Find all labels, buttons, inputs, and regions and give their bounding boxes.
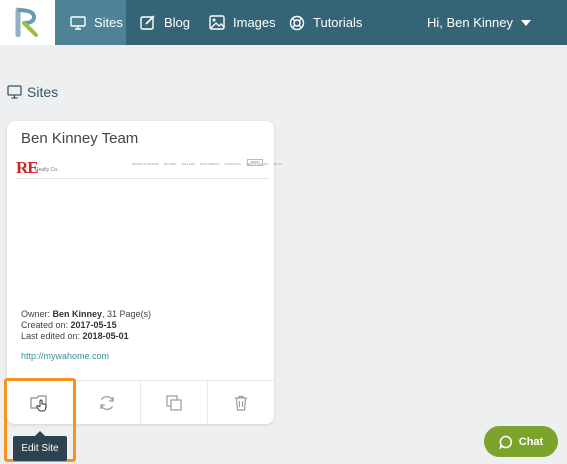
- top-nav-bar: Sites Blog Images Tutorials Hi, Ben Kinn…: [0, 0, 567, 45]
- preview-nav-item: SELLERS: [181, 162, 195, 166]
- owner-name: Ben Kinney: [52, 309, 103, 319]
- nav-tab-tutorials[interactable]: Tutorials: [289, 0, 362, 45]
- monitor-icon: [70, 15, 86, 30]
- nav-tab-label: Sites: [94, 15, 123, 30]
- preview-brand-sub: Realty Co.: [35, 167, 59, 173]
- edited-date: 2018-05-01: [82, 331, 129, 341]
- owner-label: Owner:: [21, 309, 53, 319]
- nav-tab-images[interactable]: Images: [209, 0, 276, 45]
- user-menu-dropdown[interactable]: Hi, Ben Kinney: [427, 0, 531, 45]
- refresh-icon: [100, 395, 114, 410]
- nav-tab-label: Blog: [164, 15, 191, 30]
- site-preview-thumbnail[interactable]: RE Realty Co. SEARCH LISTINGS BUYERS SEL…: [16, 156, 282, 179]
- page-title-text: Sites: [27, 84, 59, 100]
- chat-button[interactable]: Chat: [484, 426, 558, 457]
- chevron-down-icon: [521, 19, 531, 26]
- edit-icon: [140, 15, 155, 30]
- tooltip-label: Edit Site: [21, 443, 59, 454]
- trash-icon: [235, 395, 247, 411]
- preview-nav-item: SEARCH LISTINGS: [132, 162, 160, 166]
- user-greeting: Hi, Ben Kinney: [427, 15, 513, 30]
- preview-menu-button: MENU: [247, 159, 263, 166]
- edited-label: Last edited on:: [21, 331, 83, 341]
- created-date: 2017-05-15: [70, 320, 117, 330]
- nav-tab-label: Tutorials: [313, 15, 363, 30]
- delete-button[interactable]: [208, 381, 274, 424]
- preview-nav-item: BUYERS: [164, 162, 177, 166]
- chat-bubble-icon: [499, 435, 512, 449]
- sync-button[interactable]: [74, 381, 141, 424]
- copy-icon: [166, 394, 182, 411]
- preview-nav-item: BLOG: [273, 162, 283, 166]
- owner-line: Owner: Ben Kinney, 31 Page(s): [21, 309, 151, 320]
- site-url-link[interactable]: http://mywahome.com: [21, 351, 109, 361]
- preview-nav: SEARCH LISTINGS BUYERS SELLERS OUR AGENT…: [132, 162, 287, 166]
- site-card-title: Ben Kinney Team: [21, 130, 139, 147]
- monitor-icon: [7, 85, 22, 99]
- app-logo[interactable]: [0, 0, 55, 45]
- edited-line: Last edited on: 2018-05-01: [21, 331, 151, 342]
- chat-label: Chat: [518, 435, 544, 448]
- nav-tab-blog[interactable]: Blog: [140, 0, 190, 45]
- r-logo-icon: [15, 7, 38, 37]
- created-line: Created on: 2017-05-15: [21, 320, 151, 331]
- nav-tab-sites[interactable]: Sites: [55, 0, 126, 45]
- lifebuoy-icon: [289, 15, 305, 30]
- preview-nav-item: FINANCING: [224, 162, 242, 166]
- site-meta: Owner: Ben Kinney, 31 Page(s) Created on…: [21, 309, 151, 342]
- created-label: Created on:: [21, 320, 71, 330]
- pages-count: , 31 Page(s): [102, 309, 152, 319]
- nav-tab-label: Images: [233, 15, 276, 30]
- duplicate-button[interactable]: [141, 381, 208, 424]
- edit-site-tooltip: Edit Site: [13, 431, 67, 461]
- preview-nav-item: OUR AGENTS: [199, 162, 220, 166]
- image-icon: [209, 15, 225, 30]
- page-title: Sites: [7, 84, 58, 100]
